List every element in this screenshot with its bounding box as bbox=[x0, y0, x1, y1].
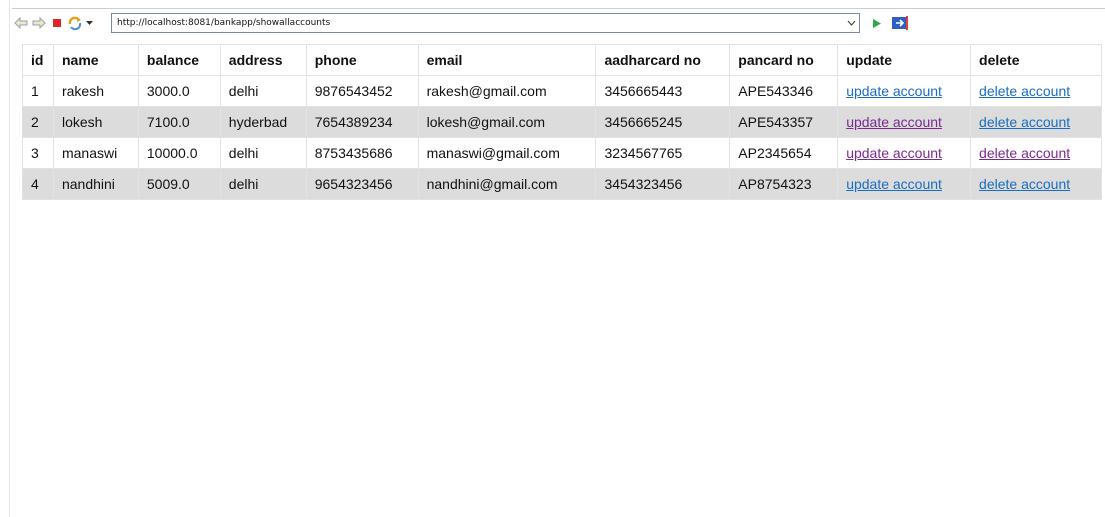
header-address: address bbox=[219, 44, 307, 76]
cell-update: update account bbox=[837, 75, 972, 107]
header-delete: delete bbox=[970, 44, 1102, 76]
cell-update: update account bbox=[837, 168, 972, 200]
header-pancard: pancard no bbox=[729, 44, 839, 76]
update-account-link[interactable]: update account bbox=[846, 176, 942, 192]
cell-id: 1 bbox=[22, 75, 54, 107]
delete-account-link[interactable]: delete account bbox=[979, 176, 1070, 192]
table-row: 3 manaswi 10000.0 delhi 8753435686 manas… bbox=[22, 137, 1102, 169]
cell-pan: AP8754323 bbox=[729, 168, 839, 200]
chevron-down-icon[interactable] bbox=[843, 14, 859, 32]
left-panel-edge bbox=[0, 0, 10, 517]
delete-account-link[interactable]: delete account bbox=[979, 145, 1070, 161]
cell-balance: 7100.0 bbox=[137, 106, 221, 138]
toolbar-top-border bbox=[12, 8, 1105, 9]
cell-email: nandhini@gmail.com bbox=[417, 168, 597, 200]
cell-aadhar: 3454323456 bbox=[595, 168, 731, 200]
cell-address: hyderbad bbox=[219, 106, 307, 138]
cell-name: manaswi bbox=[52, 137, 139, 169]
header-aadharcard: aadharcard no bbox=[595, 44, 731, 76]
update-account-link[interactable]: update account bbox=[846, 145, 942, 161]
cell-email: rakesh@gmail.com bbox=[417, 75, 597, 107]
table-row: 4 nandhini 5009.0 delhi 9654323456 nandh… bbox=[22, 168, 1102, 200]
open-external-icon[interactable] bbox=[889, 13, 911, 33]
cell-aadhar: 3456665443 bbox=[595, 75, 731, 107]
cell-phone: 9876543452 bbox=[305, 75, 419, 107]
cell-name: nandhini bbox=[52, 168, 139, 200]
cell-id: 3 bbox=[22, 137, 54, 169]
cell-name: lokesh bbox=[52, 106, 139, 138]
cell-phone: 9654323456 bbox=[305, 168, 419, 200]
stop-icon[interactable] bbox=[48, 13, 66, 33]
forward-arrow-icon[interactable] bbox=[30, 13, 48, 33]
url-bar[interactable]: http://localhost:8081/bankapp/showallacc… bbox=[111, 13, 860, 33]
header-update: update bbox=[837, 44, 972, 76]
cell-balance: 5009.0 bbox=[137, 168, 221, 200]
cell-id: 4 bbox=[22, 168, 54, 200]
back-arrow-icon[interactable] bbox=[12, 13, 30, 33]
cell-phone: 8753435686 bbox=[305, 137, 419, 169]
table-row: 2 lokesh 7100.0 hyderbad 7654389234 loke… bbox=[22, 106, 1102, 138]
refresh-icon[interactable] bbox=[66, 13, 84, 33]
cell-balance: 10000.0 bbox=[137, 137, 221, 169]
accounts-table: id name balance address phone email aadh… bbox=[22, 44, 1102, 200]
cell-pan: AP2345654 bbox=[729, 137, 839, 169]
header-phone: phone bbox=[305, 44, 419, 76]
table-row: 1 rakesh 3000.0 delhi 9876543452 rakesh@… bbox=[22, 75, 1102, 107]
cell-address: delhi bbox=[219, 168, 307, 200]
cell-update: update account bbox=[837, 106, 972, 138]
header-name: name bbox=[52, 44, 139, 76]
cell-email: lokesh@gmail.com bbox=[417, 106, 597, 138]
update-account-link[interactable]: update account bbox=[846, 114, 942, 130]
header-id: id bbox=[22, 44, 54, 76]
cell-aadhar: 3234567765 bbox=[595, 137, 731, 169]
cell-delete: delete account bbox=[970, 137, 1102, 169]
cell-pan: APE543357 bbox=[729, 106, 839, 138]
cell-balance: 3000.0 bbox=[137, 75, 221, 107]
refresh-dropdown-icon[interactable] bbox=[84, 13, 94, 33]
header-email: email bbox=[417, 44, 597, 76]
header-balance: balance bbox=[137, 44, 221, 76]
delete-account-link[interactable]: delete account bbox=[979, 114, 1070, 130]
cell-address: delhi bbox=[219, 137, 307, 169]
browser-toolbar: http://localhost:8081/bankapp/showallacc… bbox=[12, 11, 1105, 35]
go-play-icon[interactable] bbox=[867, 13, 887, 33]
cell-id: 2 bbox=[22, 106, 54, 138]
url-text[interactable]: http://localhost:8081/bankapp/showallacc… bbox=[112, 18, 843, 28]
cell-address: delhi bbox=[219, 75, 307, 107]
update-account-link[interactable]: update account bbox=[846, 83, 942, 99]
cell-email: manaswi@gmail.com bbox=[417, 137, 597, 169]
cell-delete: delete account bbox=[970, 168, 1102, 200]
cell-delete: delete account bbox=[970, 75, 1102, 107]
cell-aadhar: 3456665245 bbox=[595, 106, 731, 138]
delete-account-link[interactable]: delete account bbox=[979, 83, 1070, 99]
cell-delete: delete account bbox=[970, 106, 1102, 138]
cell-name: rakesh bbox=[52, 75, 139, 107]
cell-pan: APE543346 bbox=[729, 75, 839, 107]
cell-phone: 7654389234 bbox=[305, 106, 419, 138]
table-header-row: id name balance address phone email aadh… bbox=[22, 44, 1102, 76]
cell-update: update account bbox=[837, 137, 972, 169]
